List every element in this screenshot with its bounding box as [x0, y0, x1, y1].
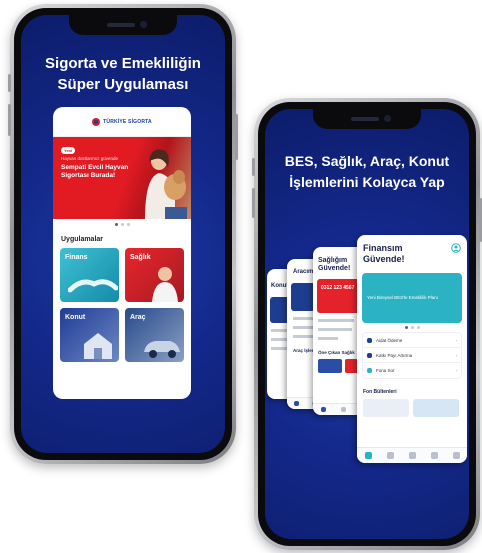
chevron-right-icon: ›	[455, 352, 458, 358]
fund-icon	[367, 368, 372, 373]
handshake-image	[68, 279, 118, 293]
app-screen-home: TÜRKİYE SİGORTA Yeni Hayvan dostlarımız …	[53, 107, 191, 399]
tile-label: Sağlık	[130, 254, 151, 261]
banner-subtitle: Hayvan dostlarımız güvende	[61, 156, 119, 161]
turkiye-sigorta-logo-icon	[92, 117, 101, 126]
menu-item-fona-sor[interactable]: Fona Sor ›	[363, 363, 461, 378]
phone-mockup-left: Sigorta ve Emekliliğin Süper Uygulaması …	[8, 4, 238, 464]
headline-right: BES, Sağlık, Araç, Konut İşlemlerini Kol…	[265, 151, 469, 193]
carousel-dots[interactable]	[357, 323, 467, 332]
headline-line-1: Sigorta ve Emekliliğin	[45, 55, 201, 72]
fon-bultenleri-title: Fon Bültenleri	[363, 389, 397, 395]
menu-item-aidat[interactable]: Aidat Ödeme ›	[363, 333, 461, 348]
menu-item-katki[interactable]: Katkı Payı Artırma ›	[363, 348, 461, 363]
profile-icon[interactable]	[451, 243, 461, 253]
brand-header: TÜRKİYE SİGORTA	[53, 107, 191, 137]
tile-finans[interactable]: Finans	[60, 248, 119, 302]
fund-bulletins	[357, 395, 467, 417]
notch	[313, 109, 421, 129]
brand-name: TÜRKİYE SİGORTA	[103, 118, 152, 125]
phone-mockup-right: BES, Sağlık, Araç, Konut İşlemlerini Kol…	[252, 98, 482, 550]
finans-banner[interactable]: Yeni Bireysel BES'le Emeklilik Planı	[362, 273, 462, 323]
volume-up-button	[252, 188, 255, 218]
tile-saglik[interactable]: Sağlık	[125, 248, 184, 302]
finans-banner-text: Yeni Bireysel BES'le Emeklilik Planı	[367, 295, 438, 300]
house-image	[84, 333, 112, 359]
tab-home-icon[interactable]	[364, 452, 372, 459]
banner-title: Sempati Evcil Hayvan Sigortası Burada!	[61, 164, 129, 179]
bulletin-card[interactable]	[413, 399, 459, 417]
mute-switch	[8, 74, 11, 92]
notch	[69, 15, 177, 35]
apps-grid: Finans Sağlık Konut Araç	[53, 248, 191, 362]
headline-line-2: Süper Uygulaması	[57, 76, 189, 93]
tab-favorites-icon[interactable]	[386, 452, 394, 459]
mute-switch	[252, 158, 255, 176]
phone-screen-right: BES, Sağlık, Araç, Konut İşlemlerini Kol…	[265, 109, 469, 539]
woman-with-dog-image	[145, 149, 187, 219]
tab-more-icon[interactable]	[452, 452, 460, 459]
tab-location-icon[interactable]	[430, 452, 438, 459]
promo-banner[interactable]: Yeni Hayvan dostlarımız güvende Sempati …	[53, 137, 191, 219]
carousel-dots[interactable]	[53, 219, 191, 230]
apps-section-title: Uygulamalar	[61, 236, 104, 243]
tab-chart-icon[interactable]	[408, 452, 416, 459]
volume-up-button	[8, 104, 11, 136]
headline-left: Sigorta ve Emekliliğin Süper Uygulaması	[21, 53, 225, 95]
payment-icon	[367, 337, 372, 343]
tile-konut[interactable]: Konut	[60, 308, 119, 362]
power-button	[235, 114, 238, 160]
tile-label: Konut	[65, 314, 86, 321]
chevron-right-icon: ›	[455, 368, 458, 373]
car-image	[144, 341, 180, 358]
saglik-phone: 0312 123 4567	[321, 285, 355, 291]
bulletin-card[interactable]	[363, 399, 409, 417]
app-screen-finans: Finansım Güvende! Yeni Bireysel BES'le E…	[357, 235, 467, 463]
phone-screen-left: Sigorta ve Emekliliğin Süper Uygulaması …	[21, 15, 225, 453]
banner-pill: Yeni	[61, 147, 76, 154]
finans-menu: Aidat Ödeme › Katkı Payı Artırma › Fona …	[362, 332, 462, 379]
tile-label: Araç	[130, 314, 146, 321]
tab-bar[interactable]	[357, 447, 467, 463]
tile-arac[interactable]: Araç	[125, 308, 184, 362]
headline-line-1: BES, Sağlık, Araç, Konut	[284, 153, 450, 169]
doctor-image	[152, 267, 178, 302]
headline-line-2: İşlemlerini Kolayca Yap	[289, 174, 445, 190]
increase-icon	[367, 352, 372, 358]
tile-label: Finans	[65, 254, 88, 261]
chevron-right-icon: ›	[455, 337, 458, 343]
